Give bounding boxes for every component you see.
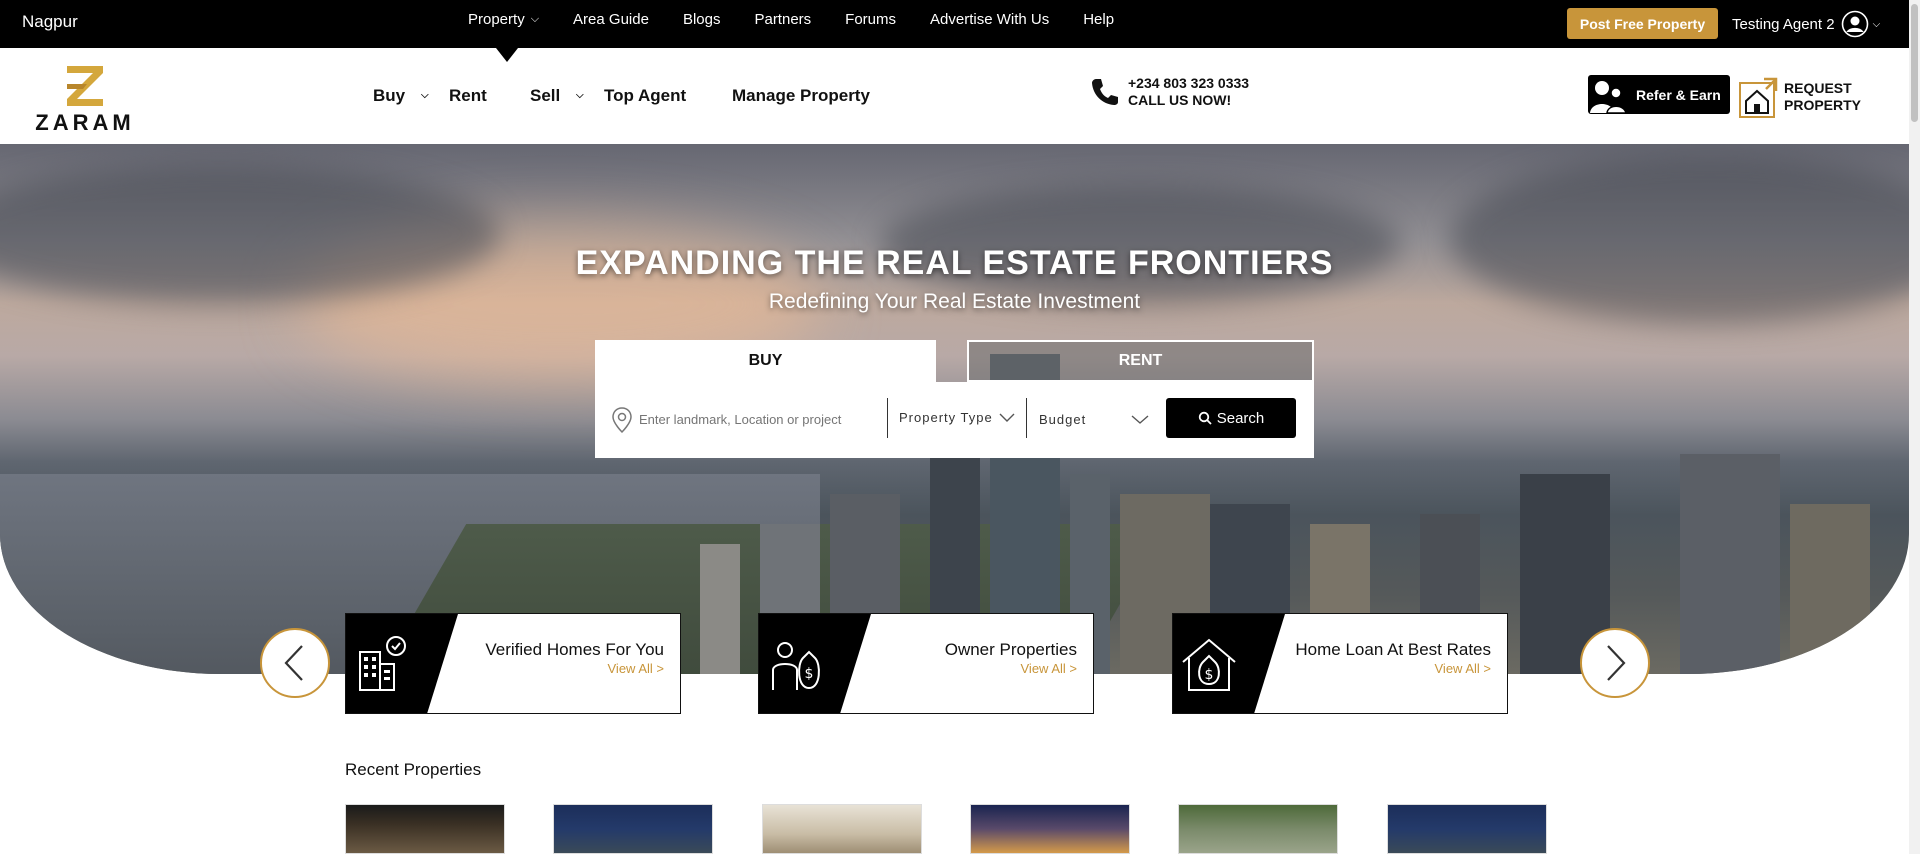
- recent-properties-title: Recent Properties: [345, 760, 482, 779]
- chevron-down-icon: [1131, 414, 1149, 424]
- nav-buy[interactable]: Buy: [373, 86, 405, 106]
- property-thumbnail[interactable]: [970, 804, 1130, 854]
- svg-text:$: $: [1205, 667, 1214, 683]
- request-property-button[interactable]: REQUEST PROPERTY: [1738, 75, 1861, 119]
- refer-earn-button[interactable]: Refer & Earn: [1588, 75, 1730, 114]
- logo-z-icon: [67, 66, 103, 106]
- refer-label: Refer & Earn: [1636, 86, 1721, 103]
- logo-text: ZARAM: [35, 110, 135, 135]
- budget-select[interactable]: Budget: [1039, 412, 1149, 427]
- search-icon: [1198, 411, 1212, 425]
- building-verified-icon: [359, 636, 406, 691]
- tab-buy[interactable]: BUY: [595, 340, 936, 382]
- tab-rent[interactable]: RENT: [967, 340, 1314, 382]
- property-thumbnail[interactable]: [553, 804, 713, 854]
- refer-icon: [1590, 81, 1627, 114]
- svg-text:$: $: [805, 666, 814, 682]
- main-header: ZARAM Buy ⌵ Rent Sell ⌵ Top Agent Manage…: [0, 48, 1909, 144]
- arrow-right-icon: [1607, 645, 1626, 681]
- view-all-link[interactable]: View All >: [608, 661, 665, 676]
- property-thumbnail[interactable]: [1387, 804, 1547, 854]
- user-avatar-icon: [1841, 10, 1868, 38]
- top-bar: Nagpur Property ⌵ Area Guide Blogs Partne…: [0, 0, 1909, 48]
- location-search-input[interactable]: [639, 405, 879, 433]
- post-free-property-button[interactable]: Post Free Property: [1567, 8, 1718, 39]
- top-nav-blogs[interactable]: Blogs: [683, 11, 721, 28]
- hero-building: [700, 544, 740, 674]
- top-nav-help[interactable]: Help: [1083, 11, 1114, 28]
- nav-pointer: [496, 48, 518, 62]
- search-button-label: Search: [1216, 409, 1265, 427]
- city-selector[interactable]: Nagpur: [22, 12, 78, 32]
- phone-number: +234 803 323 0333: [1128, 75, 1250, 91]
- feature-title: Owner Properties: [944, 640, 1077, 659]
- hero-title: EXPANDING THE REAL ESTATE FRONTIERS: [575, 244, 1334, 282]
- divider: [1026, 398, 1027, 438]
- search-form: Property Type Budget Search: [595, 382, 1314, 458]
- feature-card-verified[interactable]: Verified Homes For You View All >: [345, 613, 681, 714]
- nav-sell[interactable]: Sell: [530, 86, 560, 106]
- phone-icon: [1092, 79, 1118, 105]
- top-nav-property[interactable]: Property ⌵: [468, 11, 539, 28]
- chevron-down-icon: ⌵: [1872, 18, 1881, 30]
- property-thumbnail[interactable]: [345, 804, 505, 854]
- property-thumbnail[interactable]: [762, 804, 922, 854]
- request-property-icon: [1739, 77, 1778, 118]
- request-label-2: PROPERTY: [1784, 97, 1862, 113]
- logo[interactable]: ZARAM: [35, 64, 135, 136]
- home-loan-icon: $: [1182, 638, 1236, 691]
- search-button[interactable]: Search: [1166, 398, 1296, 438]
- feature-title: Home Loan At Best Rates: [1295, 640, 1491, 659]
- request-label-1: REQUEST: [1784, 80, 1852, 96]
- phone-cta: CALL US NOW!: [1128, 92, 1232, 108]
- carousel-next-button[interactable]: [1580, 628, 1650, 698]
- property-thumbnail[interactable]: [1178, 804, 1338, 854]
- hero-subtitle: Redefining Your Real Estate Investment: [768, 290, 1141, 313]
- top-nav-area-guide[interactable]: Area Guide: [573, 11, 649, 28]
- view-all-link[interactable]: View All >: [1435, 661, 1492, 676]
- top-nav-advertise[interactable]: Advertise With Us: [930, 11, 1049, 28]
- property-type-label: Property Type: [899, 410, 993, 425]
- divider: [887, 398, 888, 438]
- nav-top-agent[interactable]: Top Agent: [604, 86, 686, 106]
- owner-money-icon: $: [772, 642, 820, 690]
- chevron-down-icon[interactable]: ⌵: [576, 90, 584, 101]
- carousel-prev-button[interactable]: [260, 628, 330, 698]
- feature-card-owner[interactable]: $ Owner Properties View All >: [758, 613, 1094, 714]
- location-pin-icon: [612, 407, 632, 434]
- top-nav: Property ⌵ Area Guide Blogs Partners Foru…: [468, 11, 1148, 28]
- budget-label: Budget: [1039, 412, 1087, 427]
- feature-title: Verified Homes For You: [485, 640, 664, 659]
- user-name: Testing Agent 2: [1732, 15, 1835, 33]
- hero-building: [1790, 504, 1870, 674]
- feature-card-home-loan[interactable]: $ Home Loan At Best Rates View All >: [1172, 613, 1508, 714]
- chevron-down-icon[interactable]: ⌵: [421, 90, 429, 101]
- top-nav-forums[interactable]: Forums: [845, 11, 896, 28]
- user-menu[interactable]: Testing Agent 2 ⌵: [1732, 10, 1880, 38]
- nav-manage-property[interactable]: Manage Property: [732, 86, 870, 106]
- top-nav-property-label: Property: [468, 11, 525, 28]
- chevron-down-icon: ⌵: [530, 13, 540, 25]
- nav-rent[interactable]: Rent: [449, 86, 487, 106]
- page-scrollbar[interactable]: [1909, 0, 1920, 854]
- hero-building: [1680, 454, 1780, 674]
- view-all-link[interactable]: View All >: [1021, 661, 1078, 676]
- top-nav-partners[interactable]: Partners: [754, 11, 811, 28]
- scrollbar-thumb[interactable]: [1911, 4, 1918, 122]
- property-type-select[interactable]: Property Type: [899, 410, 1015, 425]
- contact-phone[interactable]: +234 803 323 0333 CALL US NOW!: [1090, 75, 1249, 109]
- chevron-down-icon: [999, 413, 1015, 422]
- arrow-left-icon: [284, 645, 303, 681]
